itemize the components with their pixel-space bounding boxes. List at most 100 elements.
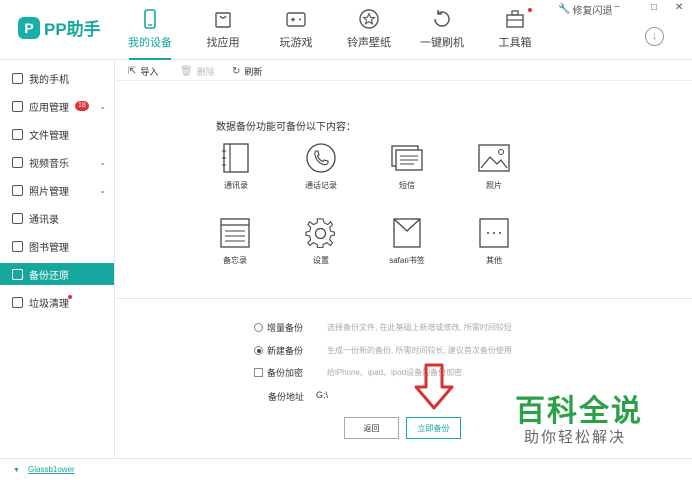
- sidebar-item-books[interactable]: 图书管理: [0, 235, 114, 257]
- phone-call-icon: [306, 143, 336, 173]
- book-icon: [12, 240, 23, 252]
- sidebar-item-label: 文件管理: [29, 130, 69, 142]
- import-button[interactable]: ⇱ 导入: [128, 65, 158, 78]
- trash-icon: 🗑: [180, 66, 193, 77]
- close-button[interactable]: ✕: [675, 2, 683, 13]
- red-arrow-annotation: [414, 363, 454, 410]
- app-icon: [12, 100, 23, 112]
- tab-my-device[interactable]: 我的设备: [115, 8, 185, 60]
- refresh-button[interactable]: ↻ 刷新: [232, 65, 262, 78]
- backup-address-input[interactable]: [316, 387, 416, 403]
- tab-label: 一键刷机: [420, 37, 464, 49]
- download-button[interactable]: ↓: [645, 27, 664, 46]
- sidebar-item-my-phone[interactable]: 我的手机: [0, 67, 114, 89]
- import-icon: ⇱: [128, 66, 137, 77]
- incremental-radio[interactable]: [254, 323, 263, 332]
- sidebar-item-label: 备份还原: [29, 270, 69, 282]
- chevron-down-icon: ⌄: [99, 185, 106, 195]
- sidebar-item-contacts[interactable]: 通讯录: [0, 207, 114, 229]
- backup-item-safari: safari书签: [377, 217, 437, 266]
- notification-dot: [68, 295, 72, 299]
- more-icon: [479, 218, 509, 248]
- device-triangle-icon: ▼: [13, 467, 20, 474]
- download-icon: ↓: [651, 30, 658, 42]
- refresh-label: 刷新: [244, 67, 263, 77]
- encrypt-label: 备份加密: [267, 368, 304, 378]
- sidebar-item-cleanup[interactable]: 垃圾清理: [0, 291, 114, 313]
- new-backup-desc: 生成一份新的备份, 所需时间较长, 建议首次备份使用: [327, 346, 512, 355]
- backup-icon: [12, 268, 23, 280]
- sidebar-item-photos[interactable]: 照片管理 ⌄: [0, 179, 114, 201]
- watermark-title: 百科全说: [515, 395, 643, 428]
- sidebar-item-label: 应用管理: [29, 102, 69, 114]
- backup-item-other: 其他: [464, 217, 524, 266]
- backup-item-label: 通话记录: [305, 181, 337, 190]
- sidebar-item-label: 通讯录: [29, 214, 59, 226]
- star-icon: [359, 9, 379, 29]
- incremental-desc: 选择备份文件, 在此基础上新增或修改, 所需时间较短: [327, 323, 512, 332]
- option-new-backup[interactable]: 新建备份 生成一份新的备份, 所需时间较长, 建议首次备份使用: [254, 344, 512, 357]
- sidebar-item-apps[interactable]: 应用管理 18 ⌄: [0, 95, 114, 117]
- sidebar-item-backup[interactable]: 备份还原: [0, 263, 114, 285]
- backup-item-label: safari书签: [389, 256, 425, 265]
- sidebar-item-label: 照片管理: [29, 186, 69, 198]
- backup-item-calls: 通话记录: [291, 142, 351, 191]
- wrench-icon: 🔧: [558, 4, 571, 15]
- tab-label: 我的设备: [128, 37, 172, 49]
- delete-label: 删除: [196, 67, 215, 77]
- tab-toolbox[interactable]: 工具箱: [480, 8, 550, 56]
- section-divider: [116, 298, 692, 299]
- option-incremental[interactable]: 增量备份 选择备份文件, 在此基础上新增或修改, 所需时间较短: [254, 321, 512, 334]
- tab-label: 工具箱: [498, 37, 532, 49]
- backup-item-label: 设置: [313, 256, 329, 265]
- new-backup-label: 新建备份: [267, 346, 304, 356]
- maximize-button[interactable]: □: [651, 2, 657, 13]
- sidebar-item-media[interactable]: 视频音乐 ⌄: [0, 151, 114, 173]
- sidebar: 我的手机 应用管理 18 ⌄ 文件管理 视频音乐 ⌄ 照片管理 ⌄ 通讯录 图书管理 备…: [0, 61, 115, 458]
- backup-item-settings: 设置: [291, 217, 351, 266]
- chevron-down-icon: ⌄: [99, 101, 106, 111]
- backup-item-photos: 照片: [464, 142, 524, 191]
- contacts-book-icon: [222, 143, 249, 173]
- app-count-badge: 18: [75, 101, 89, 111]
- new-backup-radio[interactable]: [254, 346, 263, 355]
- backup-item-label: 其他: [486, 256, 502, 265]
- status-bar: ▼ Glassb1ower: [0, 458, 692, 480]
- image-icon: [478, 144, 510, 172]
- backup-item-label: 备忘录: [223, 256, 247, 265]
- sidebar-item-label: 垃圾清理: [29, 298, 69, 310]
- tab-ringtones[interactable]: 铃声壁纸: [334, 8, 404, 56]
- delete-button[interactable]: 🗑 删除: [180, 65, 215, 78]
- minimize-button[interactable]: −: [614, 2, 620, 13]
- device-name-link[interactable]: Glassb1ower: [28, 465, 75, 474]
- app-logo: P PP助手: [18, 15, 101, 40]
- start-backup-button[interactable]: 立即备份: [406, 417, 461, 439]
- repair-flash-button[interactable]: 🔧 修复闪退: [558, 2, 612, 17]
- photo-icon: [12, 184, 23, 196]
- trash-icon: [12, 296, 23, 308]
- backup-item-label: 短信: [399, 181, 415, 190]
- tab-label: 玩游戏: [279, 37, 313, 49]
- phone-icon: [144, 9, 156, 29]
- backup-item-contacts: 通讯录: [206, 142, 266, 191]
- notes-icon: [220, 218, 250, 248]
- tab-label: 铃声壁纸: [347, 37, 391, 49]
- watermark-subtitle: 助你轻松解决: [524, 429, 627, 446]
- back-button[interactable]: 返回: [344, 417, 399, 439]
- chevron-down-icon: ⌄: [99, 157, 106, 167]
- gamepad-icon: [286, 12, 306, 27]
- tab-find-apps[interactable]: 找应用: [188, 8, 258, 56]
- refresh-icon: [434, 10, 450, 27]
- encrypt-checkbox[interactable]: [254, 368, 263, 377]
- app-name: PP助手: [44, 20, 101, 39]
- sidebar-item-files[interactable]: 文件管理: [0, 123, 114, 145]
- backup-item-sms: 短信: [377, 142, 437, 191]
- toolbox-icon: [506, 10, 524, 28]
- tab-flash[interactable]: 一键刷机: [407, 8, 477, 56]
- tab-games[interactable]: 玩游戏: [261, 8, 331, 56]
- file-icon: [12, 128, 23, 140]
- backup-intro: 数据备份功能可备份以下内容：: [216, 122, 356, 133]
- video-icon: [12, 156, 23, 168]
- refresh-icon: ↻: [232, 66, 241, 77]
- top-bar: P PP助手 我的设备 找应用 玩游戏 铃声壁纸 一键刷机 工具箱 🔧 修复闪退…: [0, 0, 692, 60]
